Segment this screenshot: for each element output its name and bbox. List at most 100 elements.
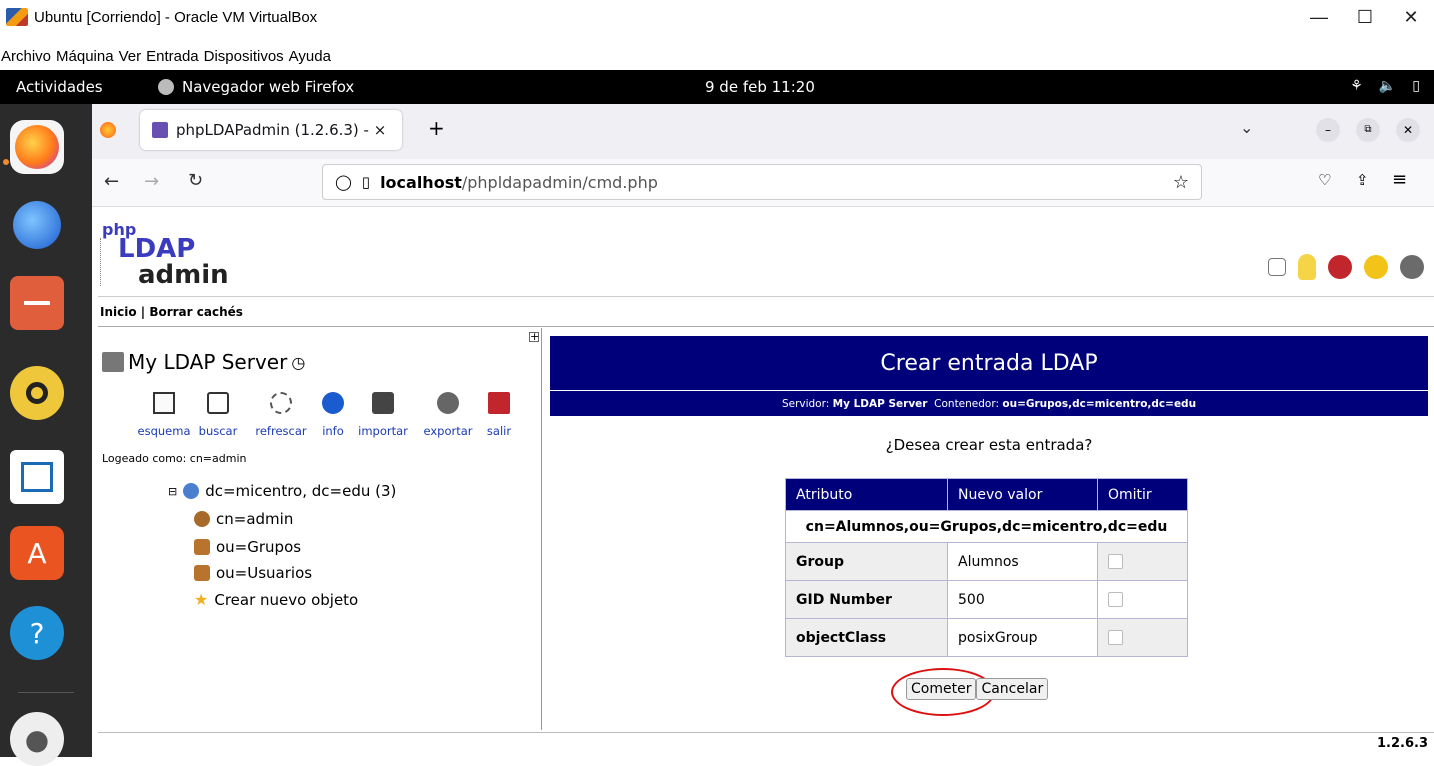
tab-phpldapadmin[interactable]: phpLDAPadmin (1.2.6.3) - × <box>140 110 402 150</box>
app-menu-label: Navegador web Firefox <box>182 78 355 96</box>
maximize-button[interactable]: ☐ <box>1342 0 1388 34</box>
collapse-icon[interactable]: ⊟ <box>168 485 177 498</box>
tree-item-usuarios[interactable]: ou=Usuarios <box>194 564 312 582</box>
tree-root[interactable]: ⊟ dc=micentro, dc=edu (3) <box>168 482 396 500</box>
export-link[interactable]: exportar <box>416 392 480 438</box>
menu-icon[interactable]: ≡ <box>1392 169 1407 190</box>
reload-icon[interactable]: ↻ <box>188 170 203 191</box>
refresh-icon <box>270 392 292 414</box>
new-tab-button[interactable]: + <box>428 116 445 140</box>
header-divider <box>98 296 1434 297</box>
help-dock-icon[interactable]: ? <box>10 606 64 660</box>
export-icon <box>437 392 459 414</box>
search-link[interactable]: buscar <box>190 392 246 438</box>
firefox-dock-icon[interactable] <box>10 120 64 174</box>
pocket-icon[interactable]: ♡ <box>1318 171 1331 189</box>
cancel-button[interactable]: Cancelar <box>976 678 1049 700</box>
logged-as: Logeado como: cn=admin <box>102 452 247 465</box>
server-heading: My LDAP Server ◷ <box>102 350 305 374</box>
server-toolbar: esquema buscar refrescar info importar e… <box>138 392 518 438</box>
ldap-favicon <box>152 122 168 138</box>
info-link[interactable]: info <box>316 392 350 438</box>
menu-ayuda[interactable]: Ayuda <box>289 48 336 65</box>
app-menu[interactable]: Navegador web Firefox <box>158 78 354 96</box>
server-name: My LDAP Server <box>128 350 288 374</box>
globe-icon <box>183 483 200 499</box>
minimize-ff-icon[interactable]: – <box>1316 118 1340 142</box>
list-tabs-icon[interactable]: ⌄ <box>1240 118 1253 137</box>
server-icon <box>102 352 124 372</box>
entry-dn: cn=Alumnos,ou=Grupos,dc=micentro,dc=edu <box>785 510 1188 543</box>
writer-dock-icon[interactable] <box>10 450 64 504</box>
tree-root-label: dc=micentro, dc=edu (3) <box>205 482 397 500</box>
logout-link[interactable]: salir <box>480 392 518 438</box>
donate-icon[interactable] <box>1400 255 1424 279</box>
pla-logo[interactable]: php LDAP admin <box>100 220 240 290</box>
footer-divider <box>98 732 1434 733</box>
files-dock-icon[interactable] <box>10 276 64 330</box>
commit-button[interactable]: Cometer <box>906 678 977 700</box>
firefox-tab-strip: phpLDAPadmin (1.2.6.3) - × + ⌄ – ⧉ ✕ <box>92 104 1434 159</box>
shield-icon[interactable]: ◯ <box>335 173 352 191</box>
menu-ver[interactable]: Ver <box>119 48 147 65</box>
smile-icon[interactable] <box>1364 255 1388 279</box>
page-subtitle: Servidor: My LDAP Server Contenedor: ou=… <box>550 390 1428 416</box>
minimize-button[interactable]: — <box>1296 0 1342 34</box>
menu-entrada[interactable]: Entrada <box>146 48 204 65</box>
idea-icon[interactable] <box>1298 254 1316 280</box>
phpldapadmin-page: php LDAP admin Inicio | Borrar cachés + … <box>92 208 1434 757</box>
expand-icon[interactable]: + <box>529 331 539 342</box>
thunderbird-dock-icon[interactable] <box>10 198 64 252</box>
restore-ff-icon[interactable]: ⧉ <box>1356 118 1380 142</box>
header-divider-2 <box>98 326 1434 327</box>
page-title: Crear entrada LDAP <box>550 336 1428 390</box>
table-row: Group Alumnos <box>785 542 1188 581</box>
omit-checkbox[interactable] <box>1108 630 1123 645</box>
back-icon[interactable]: ← <box>104 171 119 192</box>
cdrom-dock-icon[interactable]: ● <box>10 712 64 766</box>
system-tray[interactable]: ⚘ 🔈 ▯ <box>1350 78 1420 94</box>
share-icon[interactable]: ⇪ <box>1356 171 1369 189</box>
menu-maquina[interactable]: Máquina <box>56 48 119 65</box>
user-icon <box>194 511 210 527</box>
url-bar[interactable]: ◯ ▯ localhost/phpldapadmin/cmd.php ☆ <box>322 164 1202 200</box>
help-icon[interactable] <box>1268 258 1286 276</box>
firefox-icon <box>158 79 174 95</box>
rhythmbox-dock-icon[interactable] <box>10 366 64 420</box>
network-icon: ⚘ <box>1350 78 1363 94</box>
form-buttons: Cometer Cancelar <box>906 678 1049 700</box>
tree-item-grupos[interactable]: ou=Grupos <box>194 538 301 556</box>
schema-link[interactable]: esquema <box>138 392 191 438</box>
ou-icon <box>194 565 210 581</box>
omit-checkbox[interactable] <box>1108 554 1123 569</box>
software-dock-icon[interactable]: A <box>10 526 64 580</box>
omit-checkbox[interactable] <box>1108 592 1123 607</box>
volume-icon: 🔈 <box>1378 78 1397 94</box>
window-title: Ubuntu [Corriendo] - Oracle VM VirtualBo… <box>34 8 318 26</box>
logout-icon <box>488 392 510 414</box>
menu-dispositivos[interactable]: Dispositivos <box>204 48 289 65</box>
bookmark-star-icon[interactable]: ☆ <box>1173 172 1189 193</box>
tree-item-create[interactable]: ★ Crear nuevo objeto <box>194 590 358 609</box>
close-ff-icon[interactable]: ✕ <box>1396 118 1420 142</box>
page-icon[interactable]: ▯ <box>362 173 370 191</box>
tree-item-admin[interactable]: cn=admin <box>194 510 293 528</box>
menu-archivo[interactable]: Archivo <box>0 48 56 65</box>
activities-button[interactable]: Actividades <box>16 78 103 96</box>
import-link[interactable]: importar <box>350 392 416 438</box>
bug-icon[interactable] <box>1328 255 1352 279</box>
col-attribute: Atributo <box>785 478 948 511</box>
top-links[interactable]: Inicio | Borrar cachés <box>100 305 243 319</box>
url-path: /phpldapadmin/cmd.php <box>461 172 658 192</box>
refresh-link[interactable]: refrescar <box>246 392 316 438</box>
attr-name: GID Number <box>785 580 948 619</box>
close-button[interactable]: ✕ <box>1388 0 1434 34</box>
version-label: 1.2.6.3 <box>1377 736 1428 751</box>
info-icon <box>322 392 344 414</box>
firefox-view-icon[interactable] <box>100 122 116 138</box>
clock-icon: ◷ <box>291 352 306 372</box>
attr-name: Group <box>785 542 948 581</box>
tab-title: phpLDAPadmin (1.2.6.3) - × <box>176 121 387 139</box>
forward-icon[interactable]: → <box>144 171 159 192</box>
clock[interactable]: 9 de feb 11:20 <box>705 78 815 96</box>
